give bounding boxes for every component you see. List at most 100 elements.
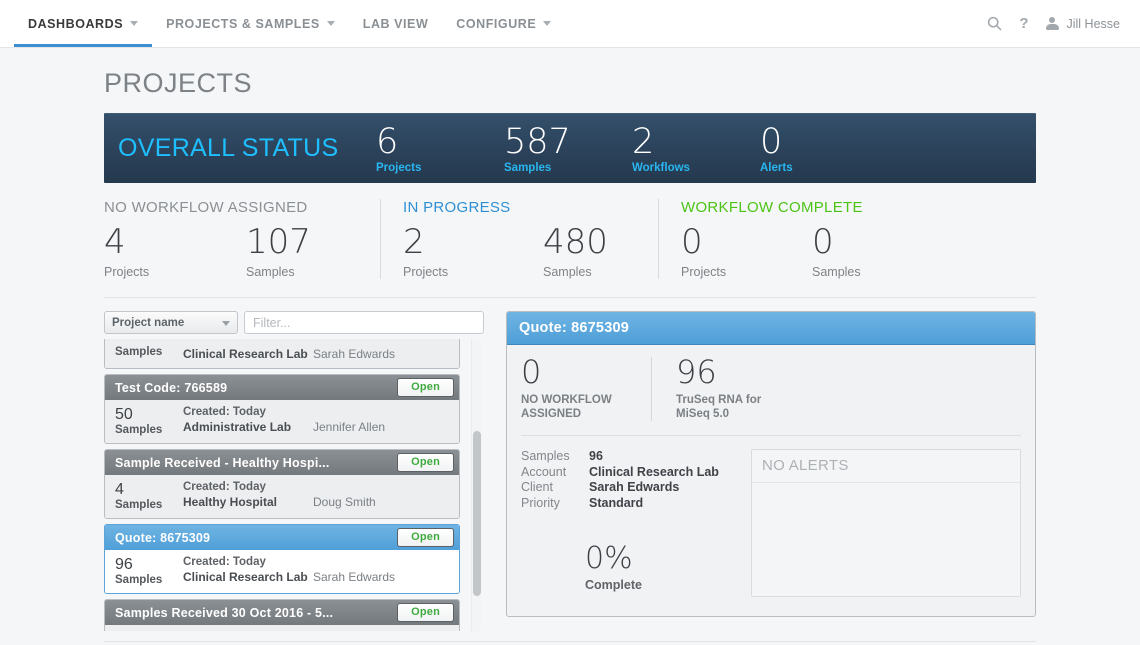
field-key: Priority	[521, 495, 560, 510]
overall-stat-samples[interactable]: 587 Samples	[504, 113, 632, 183]
top-navigation-bar: DASHBOARDS PROJECTS & SAMPLES LAB VIEW C…	[0, 0, 1140, 48]
sample-count: 96 Samples	[115, 556, 183, 586]
sample-count-label: Samples	[115, 499, 163, 511]
summary-cell-samples[interactable]: 0 Samples	[812, 225, 861, 279]
list-item[interactable]: Sample Received - Healthy Hospi... Open …	[104, 449, 460, 519]
nav-item-label: DASHBOARDS	[28, 16, 124, 31]
summary-group-heading: NO WORKFLOW ASSIGNED	[104, 199, 308, 216]
detail-cell-label: NO WORKFLOW ASSIGNED	[521, 394, 612, 420]
filter-bar: Project name	[104, 311, 484, 334]
summary-cell-projects[interactable]: 2 Projects	[403, 225, 543, 279]
open-button[interactable]: Open	[397, 378, 454, 397]
detail-panel-title: Quote: 8675309	[507, 312, 1035, 345]
filter-field-select[interactable]: Project name	[104, 311, 238, 334]
user-menu[interactable]: Jill Hesse	[1045, 16, 1121, 31]
cell-value: 0	[681, 222, 703, 262]
project-header[interactable]: Sample Received - Healthy Hospi... Open	[105, 450, 459, 475]
sample-count-label: Samples	[115, 424, 163, 436]
main-split: Project name Open	[104, 298, 1036, 631]
sample-count-value: 4	[115, 481, 124, 498]
account-name: Healthy Hospital	[183, 495, 278, 509]
completion-label: Complete	[585, 578, 642, 592]
sample-count: 50 Samples	[115, 406, 183, 436]
field-value: Sarah Edwards	[589, 480, 680, 494]
list-item[interactable]: Open Samples Clinical Re	[104, 339, 460, 369]
filter-input[interactable]	[244, 311, 484, 334]
user-name-label: Jill Hesse	[1066, 16, 1121, 31]
detail-fields-row: Samples 96 Account Clinical Research Lab…	[507, 436, 1035, 597]
overall-stat-projects[interactable]: 6 Projects	[376, 113, 504, 183]
cell-value: 2	[403, 222, 425, 262]
detail-cell-value: 96	[676, 353, 717, 391]
cell-label: Projects	[403, 265, 449, 279]
detail-cell-value: 0	[521, 353, 542, 391]
cell-value: 0	[812, 222, 834, 262]
project-header[interactable]: Quote: 8675309 Open	[105, 525, 459, 550]
summary-cell-samples[interactable]: 107 Samples	[246, 225, 311, 279]
project-header[interactable]: Samples Received 30 Oct 2016 - 5... Open	[105, 600, 459, 625]
open-button[interactable]: Open	[397, 453, 454, 472]
scrollbar-thumb[interactable]	[473, 431, 481, 596]
nav-item-label: LAB VIEW	[362, 16, 429, 31]
field-key: Client	[521, 480, 553, 494]
list-item-selected[interactable]: Quote: 8675309 Open 96 Samples Created: …	[104, 524, 460, 594]
created-label: Created: Today	[183, 406, 266, 418]
stat-label: Workflows	[632, 161, 690, 174]
overall-stat-alerts[interactable]: 0 Alerts	[760, 113, 888, 183]
open-button[interactable]: Open	[397, 528, 454, 547]
cell-label: Projects	[104, 265, 150, 279]
detail-field-account: Account Clinical Research Lab	[521, 465, 751, 481]
nav-utilities: ? Jill Hesse	[987, 0, 1140, 47]
cell-value: 480	[543, 222, 608, 262]
overall-status-banner: OVERALL STATUS 6 Projects 587 Samples 2 …	[104, 113, 1036, 183]
summary-cell-projects[interactable]: 4 Projects	[104, 225, 246, 279]
summary-group-heading: WORKFLOW COMPLETE	[681, 199, 863, 216]
project-body: Samples Clinical Research Lab Sarah Edwa…	[105, 339, 459, 368]
chevron-down-icon	[543, 21, 552, 26]
summary-cell-projects[interactable]: 0 Projects	[681, 225, 812, 279]
nav-item-label: PROJECTS & SAMPLES	[166, 16, 320, 31]
detail-field-list: Samples 96 Account Clinical Research Lab…	[521, 449, 751, 597]
summary-cell-samples[interactable]: 480 Samples	[543, 225, 608, 279]
project-body: 50 Samples Created: Today Administrative…	[105, 400, 459, 443]
list-item[interactable]: Test Code: 766589 Open 50 Samples Create…	[104, 374, 460, 444]
project-list-column: Project name Open	[104, 311, 484, 631]
cell-label: Projects	[681, 265, 727, 279]
chevron-down-icon	[326, 21, 335, 26]
overall-stat-workflows[interactable]: 2 Workflows	[632, 113, 760, 183]
field-key: Samples	[521, 449, 570, 463]
search-icon[interactable]	[987, 16, 1002, 31]
summary-group-in-progress: IN PROGRESS 2 Projects 480 Samples	[380, 199, 658, 279]
client-name: Jennifer Allen	[313, 420, 386, 434]
list-scrollbar[interactable]	[471, 339, 481, 631]
list-item[interactable]: Samples Received 30 Oct 2016 - 5... Open…	[104, 599, 460, 631]
field-key: Account	[521, 464, 567, 479]
project-name: Sample Received - Healthy Hospi...	[115, 455, 330, 470]
sample-count-label: Samples	[115, 574, 163, 586]
cell-label: Samples	[812, 265, 861, 279]
open-button[interactable]: Open	[397, 603, 454, 622]
field-value: 96	[589, 449, 603, 463]
summary-group-complete: WORKFLOW COMPLETE 0 Projects 0 Samples	[658, 199, 1036, 279]
nav-item-configure[interactable]: CONFIGURE	[442, 0, 565, 47]
cell-label: Samples	[246, 265, 295, 279]
completion-percent: 0%	[585, 541, 633, 576]
alerts-panel: NO ALERTS	[751, 449, 1021, 597]
stat-value: 6	[376, 121, 399, 162]
project-name: Samples Received 30 Oct 2016 - 5...	[115, 605, 334, 620]
nav-item-projects-samples[interactable]: PROJECTS & SAMPLES	[152, 0, 349, 47]
project-list-scroll-area[interactable]: Open Samples Clinical Re	[104, 339, 484, 631]
project-header[interactable]: Test Code: 766589 Open	[105, 375, 459, 400]
avatar	[1045, 17, 1059, 30]
nav-items: DASHBOARDS PROJECTS & SAMPLES LAB VIEW C…	[0, 0, 565, 47]
sample-count-label: Samples	[115, 346, 163, 358]
detail-cell-label: TruSeq RNA for MiSeq 5.0	[676, 394, 762, 420]
summary-group-no-workflow: NO WORKFLOW ASSIGNED 4 Projects 107 Samp…	[104, 199, 380, 279]
help-icon[interactable]: ?	[1019, 15, 1028, 32]
chevron-down-icon	[222, 321, 230, 326]
nav-item-dashboards[interactable]: DASHBOARDS	[14, 0, 153, 47]
sample-count-value: 50	[115, 406, 133, 423]
nav-item-lab-view[interactable]: LAB VIEW	[349, 0, 443, 47]
stat-value: 587	[504, 121, 571, 162]
cell-value: 107	[246, 222, 311, 262]
